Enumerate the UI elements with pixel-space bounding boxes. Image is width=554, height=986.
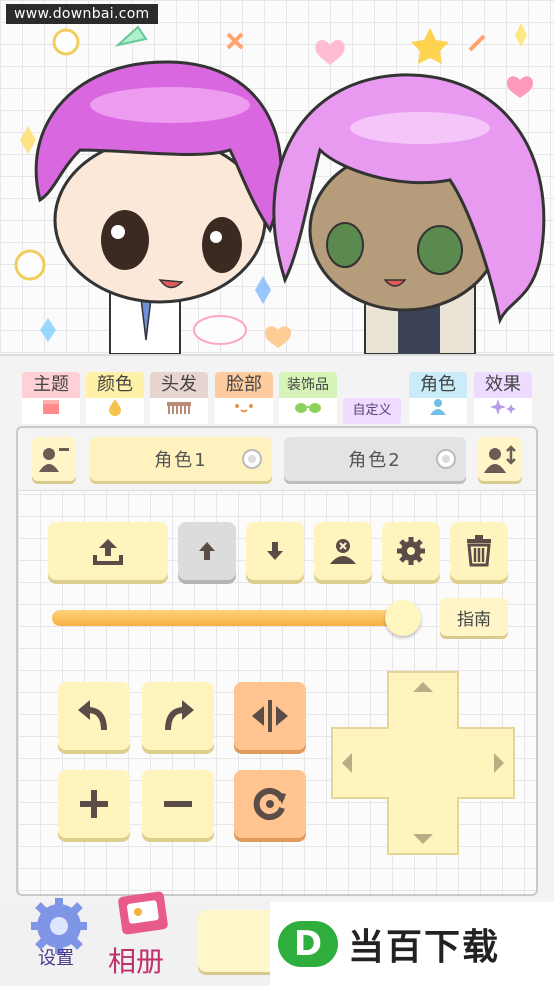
radio-icon	[436, 449, 456, 469]
layer-up-button[interactable]	[178, 522, 236, 580]
character-selector-bar: 角色1 角色2	[18, 428, 536, 491]
upload-icon	[93, 539, 123, 565]
rotate-right-button[interactable]	[142, 682, 214, 750]
zoom-in-button[interactable]	[58, 770, 130, 838]
brand-overlay: D 当百下载	[270, 902, 554, 986]
remove-character-button[interactable]	[314, 522, 372, 580]
tab-hair-label: 头发	[150, 372, 208, 398]
character-order-button[interactable]	[478, 437, 522, 481]
plus-icon	[80, 790, 108, 818]
character-1-tab[interactable]: 角色1	[90, 437, 272, 481]
album-icon	[118, 891, 168, 935]
sunglasses-icon	[279, 398, 337, 424]
delete-button[interactable]	[450, 522, 508, 580]
tab-character-label: 角色	[409, 372, 467, 398]
tab-effect[interactable]: 效果	[474, 372, 532, 424]
tab-hair[interactable]: 头发	[150, 372, 208, 424]
rotate-left-icon	[78, 700, 107, 731]
flip-horizontal-icon	[252, 700, 288, 732]
character-list-button[interactable]	[32, 437, 76, 481]
tab-effect-label: 效果	[474, 372, 532, 398]
rotate-right-icon	[165, 700, 194, 731]
reset-icon	[253, 788, 286, 820]
comb-icon	[150, 398, 208, 424]
album-label: 相册	[108, 945, 165, 978]
tab-color[interactable]: 颜色	[86, 372, 144, 424]
settings-nav-button[interactable]: 设置	[20, 898, 100, 984]
tab-theme-label: 主题	[22, 372, 80, 398]
reset-button[interactable]	[234, 770, 306, 838]
droplet-icon	[86, 398, 144, 424]
tab-color-label: 颜色	[86, 372, 144, 398]
tab-accessory[interactable]: 装饰品	[279, 372, 337, 424]
export-button[interactable]	[48, 522, 168, 580]
character-1-label: 角色1	[154, 450, 208, 471]
guide-button[interactable]: 指南	[440, 598, 508, 636]
album-nav-button[interactable]: 相册	[108, 891, 192, 984]
character-list-icon	[39, 448, 69, 472]
size-slider-track[interactable]	[52, 610, 414, 626]
settings-button[interactable]	[382, 522, 440, 580]
character-2-sprite	[272, 73, 546, 354]
layer-down-button[interactable]	[246, 522, 304, 580]
tab-face-label: 脸部	[215, 372, 273, 398]
tab-custom[interactable]: 自定义	[343, 398, 401, 424]
face-icon	[215, 398, 273, 424]
minus-icon	[164, 801, 192, 807]
watermark-text: www.downbai.com	[6, 4, 158, 24]
tab-accessory-label: 装饰品	[279, 372, 337, 398]
arrow-down-icon	[267, 542, 283, 560]
size-slider-thumb[interactable]	[385, 600, 422, 636]
brand-name: 当百下载	[348, 927, 501, 968]
character-2-label: 角色2	[348, 450, 402, 471]
arrow-up-icon	[199, 542, 215, 560]
person-remove-icon	[330, 539, 356, 564]
settings-label: 设置	[38, 948, 74, 969]
swap-characters-icon	[484, 445, 516, 473]
rotate-left-button[interactable]	[58, 682, 130, 750]
brand-logo-icon: D	[278, 921, 338, 967]
character-2-tab[interactable]: 角色2	[284, 437, 466, 481]
trash-icon	[467, 535, 491, 567]
scene-artwork	[14, 23, 546, 354]
radio-icon	[242, 449, 262, 469]
flip-button[interactable]	[234, 682, 306, 750]
tab-face[interactable]: 脸部	[215, 372, 273, 424]
gear-icon	[397, 537, 425, 565]
person-icon	[409, 398, 467, 424]
tab-character[interactable]: 角色	[409, 372, 467, 424]
sparkle-icon	[474, 398, 532, 424]
tab-theme[interactable]: 主题	[22, 372, 80, 424]
character-1-sprite	[34, 60, 283, 354]
zoom-out-button[interactable]	[142, 770, 214, 838]
clapperboard-icon	[22, 398, 80, 424]
character-scene[interactable]: www.downbai.com	[0, 0, 554, 356]
bottom-bar: 设置 相册 D 当百下载	[0, 891, 554, 986]
edit-panel: 角色1 角色2 指南	[16, 426, 538, 896]
